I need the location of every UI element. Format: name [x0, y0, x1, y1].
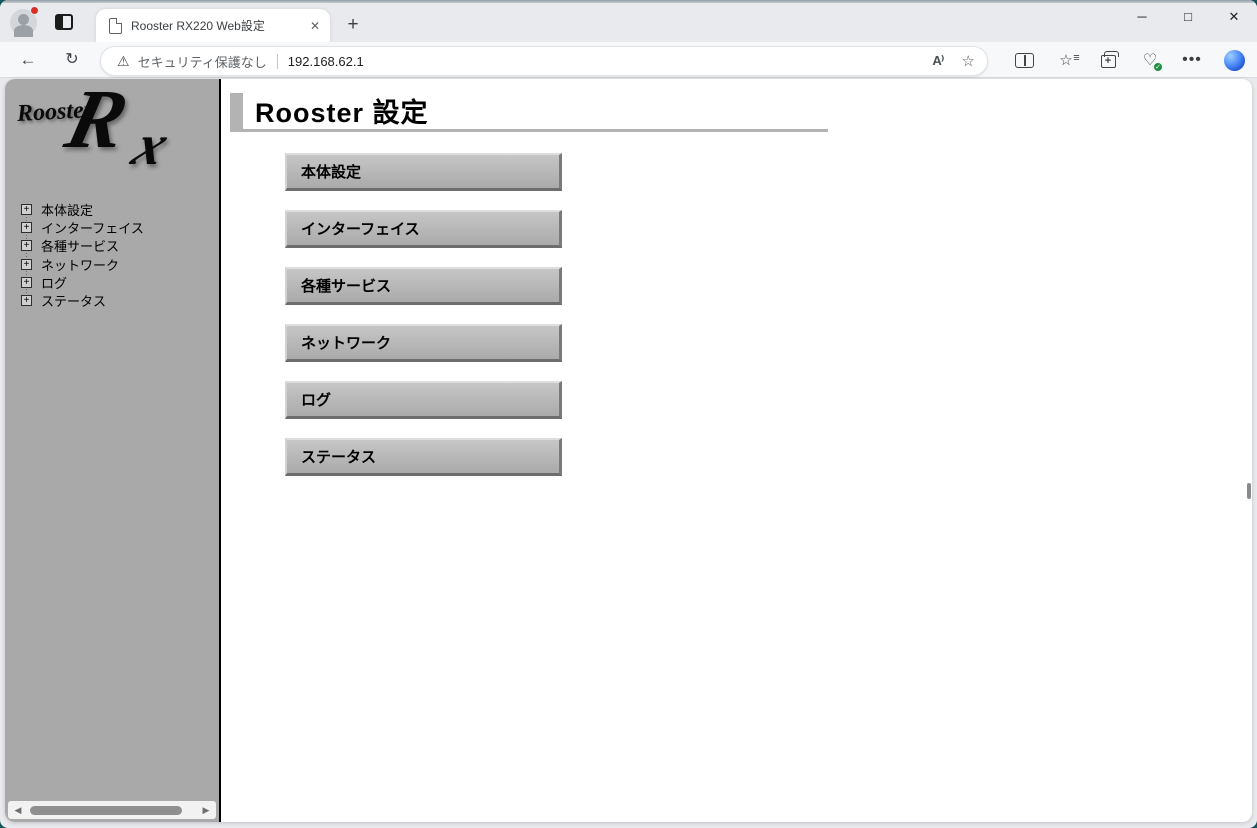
log-button[interactable]: ログ [285, 381, 562, 419]
hontai-settei-button[interactable]: 本体設定 [285, 153, 562, 191]
menu-button-column: 本体設定 インターフェイス 各種サービス ネットワーク ログ ステータス [285, 153, 562, 476]
heading-accent-bar [230, 93, 243, 131]
services-button[interactable]: 各種サービス [285, 267, 562, 305]
sidebar-menu-tree: + 本体設定 + インターフェイス + 各種サービス + ネットワーク + ログ… [17, 200, 144, 310]
collections-icon[interactable]: + [1093, 46, 1123, 74]
web-content: Rooster R x + 本体設定 + インターフェイス + 各種サービス +… [5, 79, 1252, 822]
essentials-check-icon: ✓ [1153, 62, 1163, 72]
copilot-icon[interactable] [1219, 46, 1249, 74]
main-frame: Rooster 設定 本体設定 インターフェイス 各種サービス ネットワーク ロ… [221, 79, 1252, 822]
refresh-button[interactable]: ↻ [57, 46, 87, 74]
new-tab-button[interactable]: + [340, 13, 366, 39]
tree-expand-icon[interactable]: + [21, 221, 32, 233]
toolbar-right-icons: ☆ ≡ + ♡ ✓ ••• [1009, 46, 1249, 74]
tree-expand-icon[interactable]: + [21, 258, 32, 270]
url-text: 192.168.62.1 [287, 53, 364, 69]
sidebar-item-network[interactable]: + ネットワーク [17, 255, 144, 273]
scroll-left-icon[interactable]: ◀ [10, 801, 26, 819]
browser-tab[interactable]: Rooster RX220 Web設定 ✕ [96, 9, 330, 42]
tree-expand-icon[interactable]: + [21, 295, 32, 307]
maximize-button[interactable]: □ [1165, 0, 1211, 36]
address-divider [276, 53, 278, 69]
main-vertical-scrollbar-thumb[interactable] [1247, 483, 1251, 499]
sidebar-item-log[interactable]: + ログ [17, 273, 144, 291]
tree-expand-icon[interactable]: + [21, 240, 32, 252]
tab-title: Rooster RX220 Web設定 [131, 19, 265, 33]
browser-window: Rooster RX220 Web設定 ✕ + ─ □ ✕ ← ↻ ⚠ セキュリ… [0, 0, 1257, 828]
tree-expand-icon[interactable]: + [21, 203, 32, 215]
sidebar-item-status[interactable]: + ステータス [17, 291, 144, 309]
security-warning-icon[interactable]: ⚠ [117, 53, 130, 70]
settings-more-icon[interactable]: ••• [1177, 46, 1207, 74]
sidebar-frame: Rooster R x + 本体設定 + インターフェイス + 各種サービス +… [5, 79, 219, 822]
split-screen-icon[interactable] [1009, 46, 1039, 74]
scrollbar-thumb[interactable] [30, 805, 182, 815]
security-label: セキュリティ保護なし [137, 54, 267, 70]
sidebar-item-services[interactable]: + 各種サービス [17, 237, 144, 255]
page-favicon-icon [109, 17, 122, 34]
notification-dot [30, 6, 39, 15]
avatar-head-icon [18, 14, 29, 25]
sidebar-item-hontai-settei[interactable]: + 本体設定 [17, 200, 144, 218]
read-aloud-icon[interactable]: A⁾ [932, 53, 944, 69]
page-title: Rooster 設定 [255, 98, 429, 128]
title-bar: Rooster RX220 Web設定 ✕ + ─ □ ✕ [0, 0, 1257, 42]
network-button[interactable]: ネットワーク [285, 324, 562, 362]
sidebar-item-interface[interactable]: + インターフェイス [17, 218, 144, 236]
favorites-icon[interactable]: ☆ ≡ [1051, 46, 1081, 74]
minimize-button[interactable]: ─ [1119, 0, 1165, 36]
back-button[interactable]: ← [13, 46, 43, 74]
rooster-rx-logo: Rooster R x [16, 79, 180, 177]
profile-avatar[interactable] [10, 6, 39, 37]
interface-button[interactable]: インターフェイス [285, 210, 562, 248]
window-controls: ─ □ ✕ [1119, 0, 1257, 36]
add-favorite-star-icon[interactable]: ☆ [962, 52, 975, 70]
close-button[interactable]: ✕ [1211, 0, 1257, 36]
tab-actions-menu-icon[interactable] [55, 14, 73, 30]
tab-close-icon[interactable]: ✕ [310, 19, 320, 33]
browser-toolbar: ← ↻ ⚠ セキュリティ保護なし 192.168.62.1 A⁾ ☆ ☆ ≡ + … [0, 42, 1257, 78]
address-bar[interactable]: ⚠ セキュリティ保護なし 192.168.62.1 A⁾ ☆ [100, 46, 988, 76]
avatar-body-icon [14, 25, 33, 37]
sidebar-horizontal-scrollbar[interactable]: ◀ ▶ [8, 801, 216, 819]
browser-essentials-icon[interactable]: ♡ ✓ [1135, 46, 1165, 74]
status-button[interactable]: ステータス [285, 438, 562, 476]
scroll-right-icon[interactable]: ▶ [198, 801, 214, 819]
tree-expand-icon[interactable]: + [21, 276, 32, 288]
heading-underline [230, 129, 828, 132]
